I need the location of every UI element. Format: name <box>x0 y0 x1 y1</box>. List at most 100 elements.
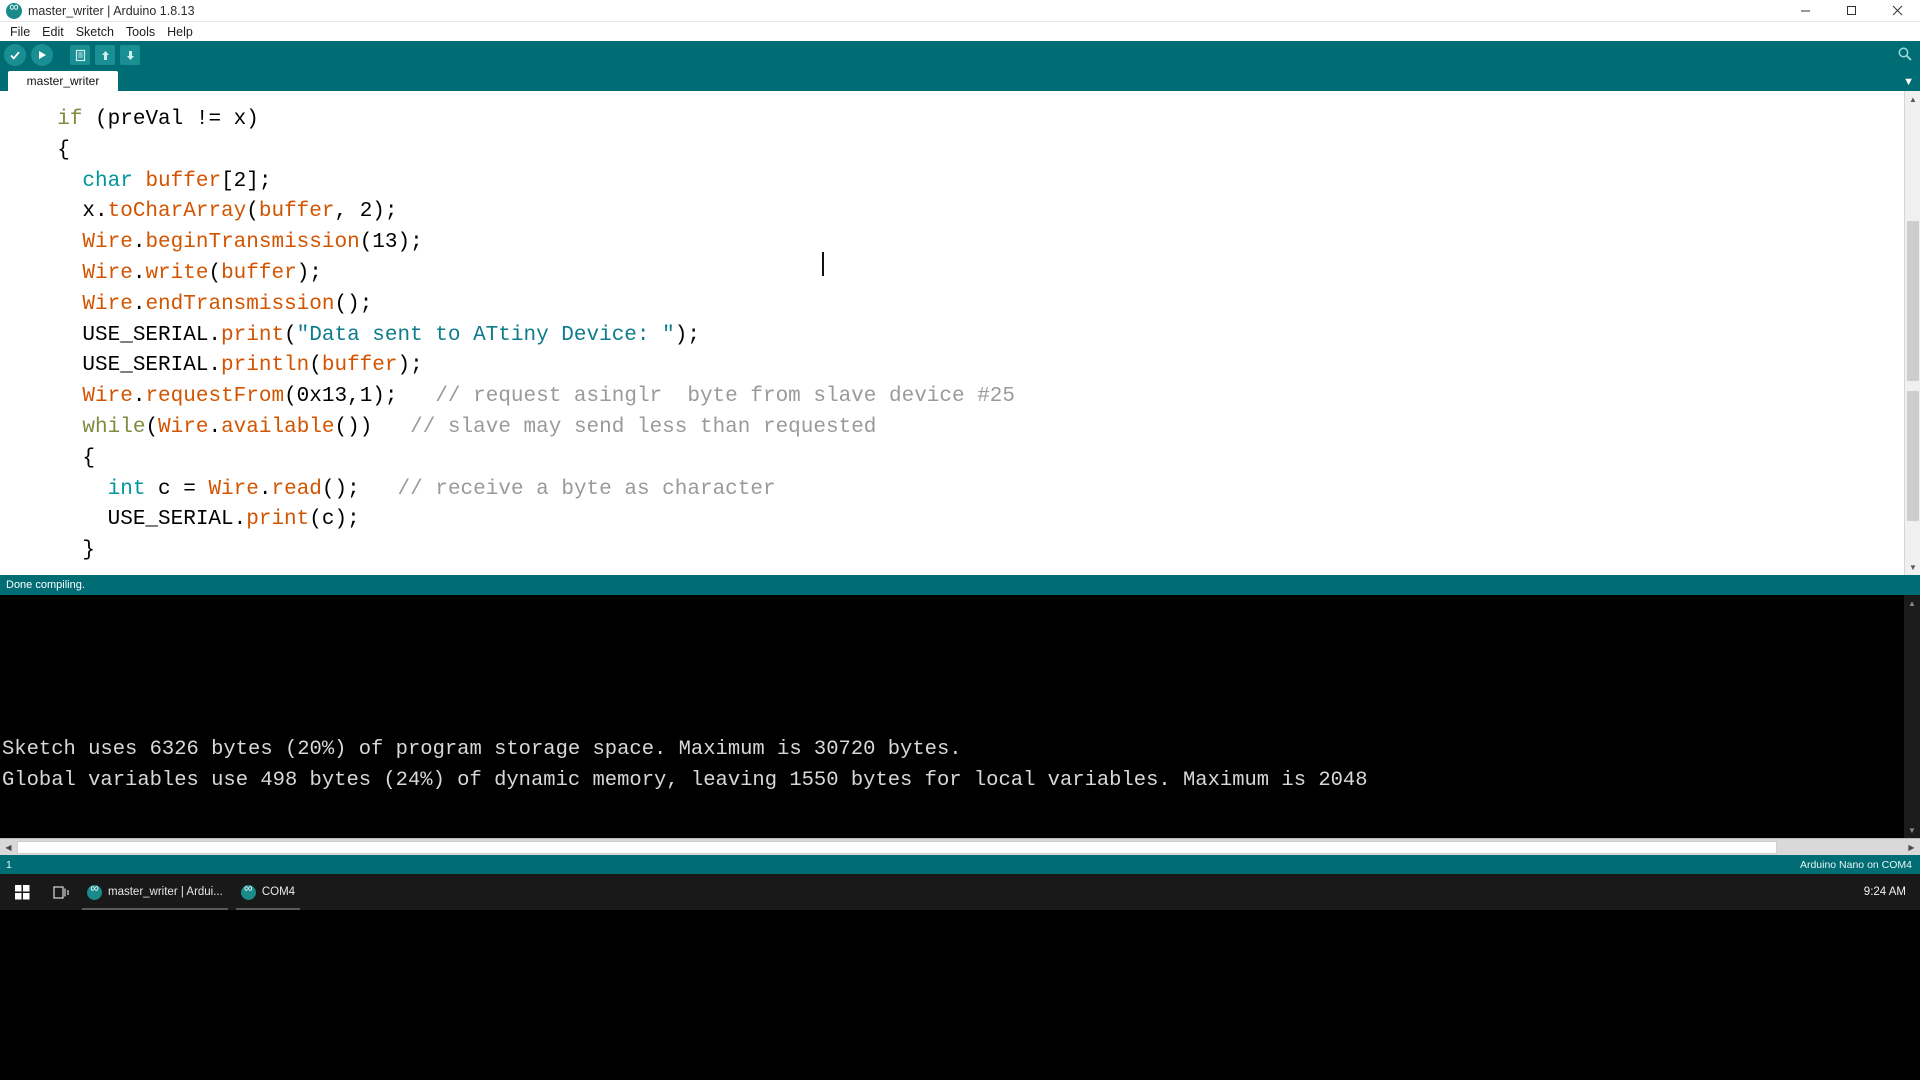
windows-taskbar: master_writer | Ardui... COM4 9:24 AM <box>0 874 1920 910</box>
maximize-button[interactable] <box>1828 0 1874 21</box>
menu-help[interactable]: Help <box>161 24 199 40</box>
text-caret <box>822 252 824 276</box>
verify-icon <box>10 51 20 60</box>
new-sketch-button[interactable] <box>70 45 90 65</box>
editor-vertical-scrollbar[interactable]: ▲ ▼ <box>1904 91 1920 575</box>
code-line: USE_SERIAL.print("Data sent to ATtiny De… <box>0 321 1904 352</box>
upload-icon <box>39 51 46 59</box>
menu-edit[interactable]: Edit <box>36 24 70 40</box>
code-token: ( <box>309 354 322 378</box>
tabstrip: master_writer ▼ <box>0 69 1920 91</box>
scroll-down-arrow-icon[interactable]: ▼ <box>1905 559 1920 575</box>
code-token: Wire <box>82 292 133 316</box>
code-token: USE_SERIAL. <box>32 508 247 532</box>
tab-label: master_writer <box>26 74 100 88</box>
code-token: ( <box>145 415 159 439</box>
code-token: ); <box>397 354 423 378</box>
taskbar-item-label: COM4 <box>261 886 296 898</box>
editor-scroll-thumb-lower[interactable] <box>1907 391 1919 521</box>
code-line: while(Wire.available()) // slave may sen… <box>0 413 1904 444</box>
editor-scroll-thumb-upper[interactable] <box>1907 221 1919 381</box>
code-token: . <box>208 415 222 439</box>
scroll-up-arrow-icon[interactable]: ▲ <box>1905 91 1920 107</box>
code-token: available <box>221 415 335 439</box>
code-token: write <box>145 261 209 285</box>
console-spacer <box>0 595 1904 734</box>
code-token: char <box>82 169 133 193</box>
menu-file[interactable]: File <box>4 24 36 40</box>
console-scroll-down-arrow-icon[interactable]: ▼ <box>1904 822 1920 838</box>
new-sketch-icon <box>75 49 85 61</box>
tab-master-writer[interactable]: master_writer <box>8 71 118 91</box>
code-token: // receive a byte as character <box>397 477 776 501</box>
serial-monitor-button[interactable] <box>1894 43 1916 65</box>
task-view-icon <box>52 885 69 899</box>
start-button[interactable] <box>0 874 44 910</box>
line-number-indicator: 1 <box>6 858 12 871</box>
code-token: x. <box>32 200 108 224</box>
horizontal-scroll-thumb[interactable] <box>17 841 1777 854</box>
board-port-indicator: Arduino Nano on COM4 <box>1799 858 1912 871</box>
close-button[interactable] <box>1874 0 1920 21</box>
save-sketch-button[interactable] <box>120 45 140 65</box>
taskbar-item-arduino[interactable]: master_writer | Ardui... <box>78 874 232 910</box>
console-line: Sketch uses 6326 bytes (20%) of program … <box>2 738 962 761</box>
code-token: (); <box>321 477 398 501</box>
menu-sketch[interactable]: Sketch <box>70 24 120 40</box>
open-sketch-button[interactable] <box>95 45 115 65</box>
code-token: ( <box>284 323 297 347</box>
code-token: Wire <box>208 477 259 501</box>
code-token: println <box>221 354 310 378</box>
code-token: (c); <box>309 508 360 532</box>
scroll-right-arrow-icon[interactable]: ▶ <box>1903 839 1920 855</box>
code-token: Wire <box>82 385 133 409</box>
code-line: } <box>0 536 1904 567</box>
code-token: if <box>57 108 83 131</box>
verify-button[interactable] <box>4 44 26 66</box>
console-vertical-scrollbar[interactable]: ▲ ▼ <box>1904 595 1920 838</box>
task-view-button[interactable] <box>44 874 78 910</box>
code-token: buffer <box>145 169 222 193</box>
arduino-icon <box>240 881 256 900</box>
code-token: (); <box>334 292 373 316</box>
chevron-down-icon[interactable]: ▼ <box>1903 77 1914 88</box>
code-token: (0x13,1); <box>284 385 436 409</box>
code-line: Wire.beginTransmission(13); <box>0 228 1904 259</box>
code-token: ); <box>674 323 700 347</box>
code-token: ( <box>246 200 259 224</box>
code-line: USE_SERIAL.println(buffer); <box>0 351 1904 382</box>
code-token: . <box>132 261 146 285</box>
taskbar-item-com4[interactable]: COM4 <box>232 874 304 910</box>
scroll-left-arrow-icon[interactable]: ◀ <box>0 839 17 855</box>
minimize-button[interactable] <box>1782 0 1828 21</box>
code-editor[interactable]: if (preVal != x) { char buffer[2]; x.toC… <box>0 91 1904 575</box>
code-line: { <box>0 136 1904 167</box>
upload-button[interactable] <box>31 44 53 66</box>
taskbar-clock[interactable]: 9:24 AM <box>1864 886 1920 898</box>
arduino-icon <box>87 881 102 900</box>
taskbar-item-label: master_writer | Ardui... <box>108 886 223 898</box>
menu-tools[interactable]: Tools <box>120 24 161 40</box>
code-token: buffer <box>221 261 297 285</box>
console-horizontal-scrollbar[interactable]: ◀ ▶ <box>0 838 1920 855</box>
code-token: beginTransmission <box>145 231 360 255</box>
console-scroll-up-arrow-icon[interactable]: ▲ <box>1904 595 1920 611</box>
code-token: . <box>132 385 146 409</box>
code-token: [2]; <box>221 169 272 193</box>
code-token: { <box>32 138 70 162</box>
code-token: c = <box>145 477 209 501</box>
code-token: read <box>271 477 322 501</box>
code-line: { <box>0 444 1904 475</box>
code-token: Wire <box>158 415 209 439</box>
console-output-area[interactable]: Sketch uses 6326 bytes (20%) of program … <box>0 595 1920 838</box>
code-token: { <box>32 446 96 470</box>
code-line: x.toCharArray(buffer, 2); <box>0 197 1904 228</box>
save-sketch-icon <box>126 50 134 60</box>
code-token: // request asinglr byte from slave devic… <box>435 385 1016 409</box>
